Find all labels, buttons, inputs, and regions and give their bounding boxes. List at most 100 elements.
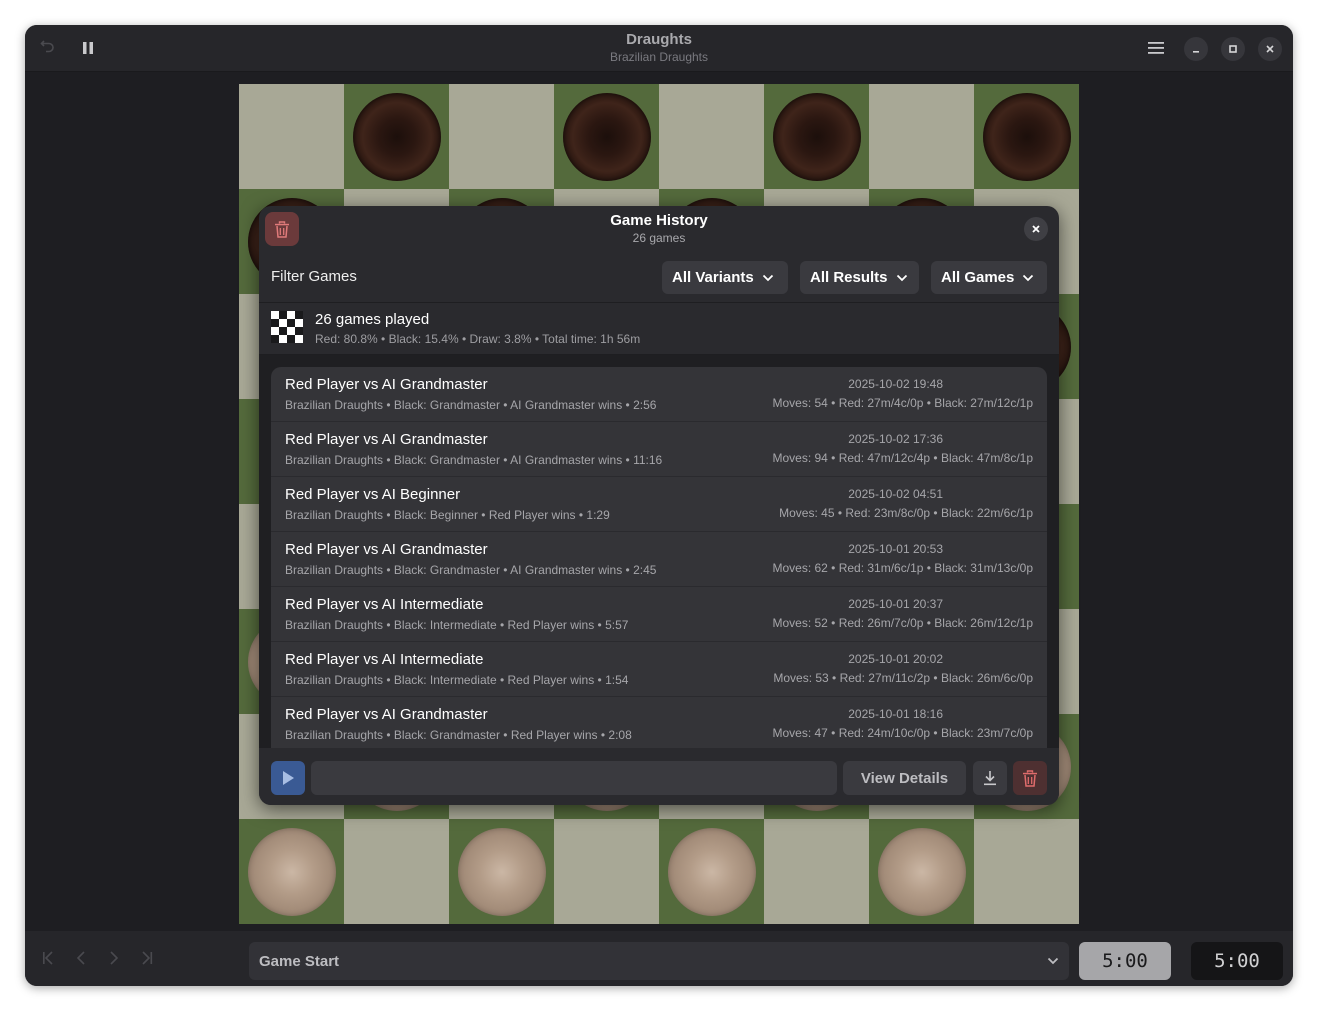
move-navigation-bar: Game Start 5:00 5:00: [25, 931, 1293, 986]
dialog-title-text: Game History: [610, 212, 708, 229]
skip-to-end-icon: [142, 951, 153, 965]
stats-summary: 26 games played Red: 80.8% • Black: 15.4…: [259, 303, 1059, 354]
replay-controls: View Details: [259, 748, 1059, 805]
game-history-row[interactable]: Red Player vs AI Grandmaster Brazilian Dr…: [271, 367, 1047, 422]
dialog-title: Game History 26 games: [259, 212, 1059, 246]
game-date: 2025-10-01 20:02: [848, 652, 943, 666]
chevron-down-icon: [1047, 957, 1059, 965]
game-title: Red Player vs AI Grandmaster: [285, 706, 488, 723]
black-piece[interactable]: [772, 92, 861, 181]
next-move-button[interactable]: [99, 942, 129, 974]
game-details: Brazilian Draughts • Black: Grandmaster …: [285, 398, 657, 412]
move-history-dropdown[interactable]: Game Start: [249, 942, 1069, 980]
game-move-stats: Moves: 53 • Red: 27m/11c/2p • Black: 26m…: [773, 671, 1033, 685]
window-title: Draughts Brazilian Draughts: [25, 31, 1293, 65]
maximize-button[interactable]: [1221, 37, 1245, 61]
light-square[interactable]: [239, 84, 344, 189]
chevron-down-icon: [896, 274, 907, 281]
game-move-stats: Moves: 54 • Red: 27m/4c/0p • Black: 27m/…: [772, 396, 1033, 410]
game-title: Red Player vs AI Intermediate: [285, 651, 484, 668]
chevron-right-icon: [110, 951, 119, 965]
previous-move-button[interactable]: [66, 942, 96, 974]
game-move-stats: Moves: 52 • Red: 26m/7c/0p • Black: 26m/…: [772, 616, 1033, 630]
move-history-value: Game Start: [259, 952, 340, 970]
close-icon: [1032, 225, 1040, 233]
win-rate-summary: Red: 80.8% • Black: 15.4% • Draw: 3.8% •…: [315, 332, 641, 346]
light-square[interactable]: [554, 819, 659, 924]
light-square[interactable]: [974, 819, 1079, 924]
games-filter-value: All Games: [941, 269, 1015, 286]
game-move-stats: Moves: 62 • Red: 31m/6c/1p • Black: 31m/…: [772, 561, 1033, 575]
play-icon: [283, 771, 294, 785]
minimize-button[interactable]: [1184, 37, 1208, 61]
game-details: Brazilian Draughts • Black: Intermediate…: [285, 618, 629, 632]
game-title: Red Player vs AI Grandmaster: [285, 541, 488, 558]
game-date: 2025-10-01 20:37: [848, 597, 943, 611]
main-menu-button[interactable]: [1141, 33, 1171, 63]
replay-play-button[interactable]: [271, 761, 305, 795]
first-move-button[interactable]: [33, 942, 63, 974]
game-date: 2025-10-02 17:36: [848, 432, 943, 446]
game-history-row[interactable]: Red Player vs AI Grandmaster Brazilian Dr…: [271, 422, 1047, 477]
chevron-down-icon: [1023, 274, 1034, 281]
games-filter-dropdown[interactable]: All Games: [931, 261, 1047, 294]
red-piece[interactable]: [457, 827, 546, 916]
game-title: Red Player vs AI Intermediate: [285, 596, 484, 613]
trash-icon: [1023, 769, 1037, 787]
variant-filter-value: All Variants: [672, 269, 754, 286]
game-list[interactable]: Red Player vs AI Grandmaster Brazilian Dr…: [271, 367, 1047, 748]
game-details: Brazilian Draughts • Black: Beginner • R…: [285, 508, 610, 522]
red-piece[interactable]: [247, 827, 336, 916]
game-history-row[interactable]: Red Player vs AI Grandmaster Brazilian Dr…: [271, 697, 1047, 748]
game-title: Red Player vs AI Grandmaster: [285, 376, 488, 393]
download-icon: [984, 771, 996, 786]
delete-game-button[interactable]: [1013, 761, 1047, 795]
replay-progress-bar[interactable]: [311, 761, 837, 795]
app-title: Draughts: [626, 31, 692, 48]
game-date: 2025-10-02 19:48: [848, 377, 943, 391]
game-move-stats: Moves: 47 • Red: 24m/10c/0p • Black: 23m…: [772, 726, 1033, 740]
red-player-clock: 5:00: [1079, 942, 1171, 980]
game-move-stats: Moves: 94 • Red: 47m/12c/4p • Black: 47m…: [772, 451, 1033, 465]
last-move-button[interactable]: [132, 942, 162, 974]
hamburger-menu-icon: [1148, 42, 1164, 54]
black-player-clock: 5:00: [1191, 942, 1283, 980]
game-history-row[interactable]: Red Player vs AI Grandmaster Brazilian Dr…: [271, 532, 1047, 587]
black-piece[interactable]: [352, 92, 441, 181]
close-dialog-button[interactable]: [1024, 217, 1048, 241]
app-window: Draughts Brazilian Draughts Game History…: [25, 25, 1293, 986]
headerbar: Draughts Brazilian Draughts: [25, 25, 1293, 72]
game-date: 2025-10-02 04:51: [848, 487, 943, 501]
red-piece[interactable]: [877, 827, 966, 916]
maximize-icon: [1229, 45, 1237, 53]
close-icon: [1266, 45, 1274, 53]
light-square[interactable]: [764, 819, 869, 924]
game-details: Brazilian Draughts • Black: Grandmaster …: [285, 728, 632, 742]
game-date: 2025-10-01 20:53: [848, 542, 943, 556]
game-history-row[interactable]: Red Player vs AI Intermediate Brazilian D…: [271, 642, 1047, 697]
light-square[interactable]: [659, 84, 764, 189]
view-details-button[interactable]: View Details: [843, 761, 966, 795]
checkerboard-icon: [271, 311, 303, 343]
games-played-count: 26 games played: [315, 311, 430, 328]
light-square[interactable]: [449, 84, 554, 189]
dialog-subtitle-text: 26 games: [632, 231, 686, 245]
close-window-button[interactable]: [1258, 37, 1282, 61]
variant-filter-dropdown[interactable]: All Variants: [662, 261, 788, 294]
black-piece[interactable]: [982, 92, 1071, 181]
app-subtitle: Brazilian Draughts: [609, 50, 709, 64]
game-history-row[interactable]: Red Player vs AI Beginner Brazilian Draug…: [271, 477, 1047, 532]
light-square[interactable]: [869, 84, 974, 189]
game-date: 2025-10-01 18:16: [848, 707, 943, 721]
chevron-left-icon: [76, 951, 85, 965]
game-title: Red Player vs AI Grandmaster: [285, 431, 488, 448]
result-filter-dropdown[interactable]: All Results: [800, 261, 919, 294]
skip-to-start-icon: [43, 951, 53, 965]
game-details: Brazilian Draughts • Black: Intermediate…: [285, 673, 629, 687]
light-square[interactable]: [344, 819, 449, 924]
black-piece[interactable]: [562, 92, 651, 181]
export-game-button[interactable]: [973, 761, 1007, 795]
red-piece[interactable]: [667, 827, 756, 916]
game-history-row[interactable]: Red Player vs AI Intermediate Brazilian D…: [271, 587, 1047, 642]
game-list-area: Red Player vs AI Grandmaster Brazilian Dr…: [259, 355, 1059, 748]
